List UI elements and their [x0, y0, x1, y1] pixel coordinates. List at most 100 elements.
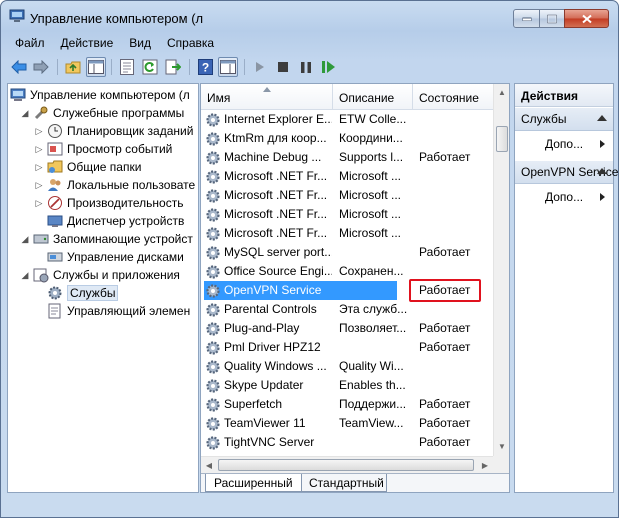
table-row[interactable]: Microsoft .NET Fr... Microsoft ...: [201, 205, 493, 224]
service-name: Microsoft .NET Fr...: [224, 207, 328, 221]
computer-management-icon: [10, 87, 26, 103]
collapsed-triangle-icon[interactable]: ▷: [34, 180, 44, 190]
tree-item-services-apps[interactable]: ◢ Службы и приложения: [20, 266, 180, 284]
tree-item-local-users[interactable]: ▷ Локальные пользовате: [34, 176, 196, 194]
gear-icon: [47, 285, 63, 301]
actions-section-openvpn[interactable]: OpenVPN Service: [515, 161, 618, 184]
more-actions-item[interactable]: Допо...: [515, 134, 613, 154]
table-row[interactable]: Superfetch Поддержи... Работает: [201, 395, 493, 414]
tree-item-system-tools[interactable]: ◢ Служебные программы: [20, 104, 185, 122]
up-level-button[interactable]: [63, 57, 83, 77]
menu-help[interactable]: Справка: [159, 34, 222, 52]
collapsed-triangle-icon[interactable]: ▷: [34, 198, 44, 208]
performance-icon: [47, 195, 63, 211]
service-description: ETW Colle...: [339, 112, 407, 126]
table-row[interactable]: KtmRm для коор... Координи...: [201, 129, 493, 148]
help-button[interactable]: ?: [195, 57, 215, 77]
start-service-button[interactable]: [250, 57, 270, 77]
more-actions-item[interactable]: Допо...: [515, 187, 613, 207]
table-row[interactable]: MySQL server port... Работает: [201, 243, 493, 262]
table-row[interactable]: Plug-and-Play Позволяет... Работает: [201, 319, 493, 338]
table-row[interactable]: Internet Explorer E... ETW Colle...: [201, 110, 493, 129]
service-description: Microsoft ...: [339, 169, 402, 183]
tree-item-root[interactable]: Управление компьютером (л: [10, 86, 190, 104]
column-header-status[interactable]: Состояние: [413, 84, 493, 109]
minimize-button[interactable]: [513, 9, 540, 28]
tree-item-event-viewer[interactable]: ▷ Просмотр событий: [34, 140, 173, 158]
sort-ascending-icon: [263, 87, 271, 92]
service-status: Работает: [419, 321, 471, 335]
column-header-description[interactable]: Описание: [333, 84, 413, 109]
horizontal-scrollbar[interactable]: ◀ ▶: [201, 456, 493, 473]
back-button[interactable]: [9, 57, 29, 77]
show-tree-button[interactable]: [86, 57, 106, 77]
title-bar[interactable]: Управление компьютером (л: [1, 1, 618, 33]
computer-management-icon: [9, 9, 25, 22]
tree-item-label: Запоминающие устройст: [53, 232, 193, 246]
svg-text:?: ?: [201, 61, 208, 75]
collapsed-triangle-icon[interactable]: ▷: [34, 144, 44, 154]
table-row[interactable]: Microsoft .NET Fr... Microsoft ...: [201, 224, 493, 243]
tab-standard[interactable]: Стандартный: [301, 474, 387, 492]
console-tree[interactable]: Управление компьютером (л ◢ Служебные пр…: [7, 83, 199, 493]
resume-icon: [322, 61, 335, 73]
collapse-triangle-icon[interactable]: [597, 115, 607, 121]
scroll-left-icon[interactable]: ◀: [201, 457, 217, 473]
table-row[interactable]: Microsoft .NET Fr... Microsoft ...: [201, 167, 493, 186]
vertical-scrollbar[interactable]: ▲ ▼: [493, 84, 509, 456]
scroll-down-icon[interactable]: ▼: [494, 438, 509, 455]
tree-item-disk-management[interactable]: Управление дисками: [47, 248, 184, 266]
scrollbar-thumb[interactable]: [218, 459, 474, 471]
tree-item-wmi-control[interactable]: Управляющий элемен: [47, 302, 190, 320]
expanded-triangle-icon[interactable]: ◢: [20, 234, 30, 244]
expanded-triangle-icon[interactable]: ◢: [20, 108, 30, 118]
back-arrow-icon: [11, 60, 27, 74]
show-tree-icon: [88, 60, 104, 74]
menu-file[interactable]: Файл: [7, 34, 53, 52]
menu-action[interactable]: Действие: [53, 34, 122, 52]
maximize-button[interactable]: [539, 9, 565, 28]
stop-service-button[interactable]: [273, 57, 293, 77]
table-row[interactable]: TeamViewer 11 TeamView... Работает: [201, 414, 493, 433]
action-label: Допо...: [545, 137, 584, 151]
restart-service-button[interactable]: [319, 57, 339, 77]
scroll-right-icon[interactable]: ▶: [477, 457, 493, 473]
collapsed-triangle-icon[interactable]: ▷: [34, 162, 44, 172]
properties-button[interactable]: [117, 57, 137, 77]
pause-service-button[interactable]: [296, 57, 316, 77]
table-row[interactable]: TightVNC Server Работает: [201, 433, 493, 452]
refresh-button[interactable]: [140, 57, 160, 77]
tab-extended[interactable]: Расширенный: [205, 474, 302, 492]
menu-view[interactable]: Вид: [121, 34, 159, 52]
scroll-up-icon[interactable]: ▲: [494, 84, 509, 101]
tree-item-storage[interactable]: ◢ Запоминающие устройст: [20, 230, 193, 248]
section-title: Службы: [521, 112, 567, 126]
actions-section-services[interactable]: Службы: [515, 108, 613, 131]
scrollbar-thumb[interactable]: [496, 126, 508, 152]
table-row[interactable]: OpenVPN Service Работает: [201, 279, 493, 302]
close-button[interactable]: [564, 9, 609, 28]
column-header-name[interactable]: Имя: [201, 84, 333, 109]
tree-item-task-scheduler[interactable]: ▷ Планировщик заданий: [34, 122, 193, 140]
expanded-triangle-icon[interactable]: ◢: [20, 270, 30, 280]
tree-item-device-manager[interactable]: Диспетчер устройств: [47, 212, 184, 230]
collapsed-triangle-icon[interactable]: ▷: [34, 126, 44, 136]
table-row[interactable]: Quality Windows ... Quality Wi...: [201, 357, 493, 376]
table-row[interactable]: Skype Updater Enables th...: [201, 376, 493, 395]
export-list-button[interactable]: [163, 57, 183, 77]
table-row[interactable]: Machine Debug ... Supports l... Работает: [201, 148, 493, 167]
gear-icon: [205, 321, 221, 337]
forward-button[interactable]: [31, 57, 51, 77]
service-description: TeamView...: [339, 416, 404, 430]
table-row[interactable]: Pml Driver HPZ12 Работает: [201, 338, 493, 357]
tree-item-services[interactable]: Службы: [47, 284, 119, 302]
collapse-triangle-icon[interactable]: [597, 168, 607, 174]
tree-item-performance[interactable]: ▷ Производительность: [34, 194, 183, 212]
highlight-box: [409, 279, 481, 302]
show-action-pane-button[interactable]: [218, 57, 238, 77]
tree-item-shared-folders[interactable]: ▷ Общие папки: [34, 158, 142, 176]
services-list[interactable]: Имя Описание Состояние Internet Explorer…: [200, 83, 510, 493]
table-row[interactable]: Microsoft .NET Fr... Microsoft ...: [201, 186, 493, 205]
service-name: Quality Windows ...: [224, 359, 327, 373]
table-row[interactable]: Parental Controls Эта служб...: [201, 300, 493, 319]
